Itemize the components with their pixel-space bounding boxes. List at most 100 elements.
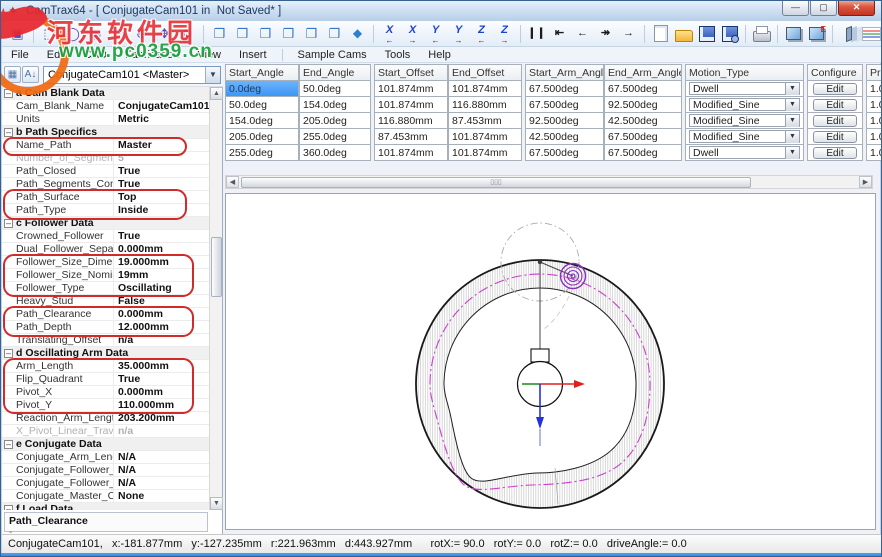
property-value[interactable]: 0.000mm: [114, 243, 210, 255]
scroll-up-icon[interactable]: ▲: [210, 87, 223, 100]
step-back-icon[interactable]: ←: [572, 23, 593, 44]
cell-start_arm_angle[interactable]: 67.500deg: [525, 81, 604, 97]
scrollbar-thumb[interactable]: [211, 237, 222, 297]
cell-start_offset[interactable]: 101.874mm: [374, 145, 448, 161]
view-cube-right-icon[interactable]: ❒: [278, 23, 299, 44]
cam-stack-icon[interactable]: [838, 23, 859, 44]
view-cube-front-icon[interactable]: ❒: [209, 23, 230, 44]
axis-y-neg-icon[interactable]: Y←: [425, 23, 446, 44]
home-view-icon[interactable]: ▣: [7, 23, 28, 44]
axis-y-pos-icon[interactable]: Y→: [448, 23, 469, 44]
menu-view[interactable]: View: [188, 49, 230, 61]
grid-category[interactable]: –b Path Specifics: [2, 126, 210, 139]
cell-end_arm_angle[interactable]: 67.500deg: [604, 129, 682, 145]
property-value[interactable]: True: [114, 373, 210, 385]
pan-view-icon[interactable]: ✥: [154, 23, 175, 44]
cell-start_angle[interactable]: 154.0deg: [225, 113, 299, 129]
cell-start_offset[interactable]: 87.453mm: [374, 129, 448, 145]
scroll-left-icon[interactable]: ◀: [226, 176, 239, 188]
grid-row[interactable]: Pivot_Y110.000mm: [2, 399, 210, 412]
collapse-icon[interactable]: –: [4, 219, 13, 228]
grid-row[interactable]: X_Pivot_Linear_Traveln/a: [2, 425, 210, 438]
property-grid-scrollbar[interactable]: ▲ ▼: [209, 87, 222, 510]
collapse-icon[interactable]: –: [4, 440, 13, 449]
cell-pr[interactable]: 1.0: [866, 113, 882, 129]
grid-row[interactable]: Path_Segments_ContinuousTrue: [2, 178, 210, 191]
cell-end_offset[interactable]: 116.880mm: [448, 97, 522, 113]
chevron-down-icon[interactable]: ▼: [205, 67, 220, 83]
column-header-end_offset[interactable]: End_Offset: [448, 64, 522, 81]
motion-type-dropdown[interactable]: Dwell▼: [689, 146, 800, 159]
cell-start_arm_angle[interactable]: 67.500deg: [525, 145, 604, 161]
grid-row[interactable]: Cam_Blank_NameConjugateCam101: [2, 100, 210, 113]
column-header-start_arm_angle[interactable]: Start_Arm_Angle: [525, 64, 604, 81]
property-value[interactable]: ConjugateCam101: [114, 100, 210, 112]
property-value[interactable]: 110.000mm: [114, 399, 210, 411]
property-value[interactable]: 19mm: [114, 269, 210, 281]
property-value[interactable]: Metric: [114, 113, 210, 125]
property-value[interactable]: Top: [114, 191, 210, 203]
property-value[interactable]: 35.000mm: [114, 360, 210, 372]
cell-pr[interactable]: 1.0: [866, 145, 882, 161]
collapse-icon[interactable]: –: [4, 505, 13, 511]
motion-type-dropdown[interactable]: Modified_Sine▼: [689, 98, 800, 111]
grid-row[interactable]: Path_ClosedTrue: [2, 165, 210, 178]
cell-end_offset[interactable]: 87.453mm: [448, 113, 522, 129]
grid-row[interactable]: Path_TypeInside: [2, 204, 210, 217]
property-value[interactable]: True: [114, 230, 210, 242]
save-file-icon[interactable]: [696, 23, 717, 44]
close-button[interactable]: ✕: [838, 1, 875, 16]
go-start-icon[interactable]: ⇤: [549, 23, 570, 44]
menu-fabrication[interactable]: Fabrication: [116, 49, 188, 61]
maximize-button[interactable]: ▢: [810, 1, 837, 16]
view-cube-back-icon[interactable]: ❒: [232, 23, 253, 44]
grid-row[interactable]: Arm_Length35.000mm: [2, 360, 210, 373]
cell-start_arm_angle[interactable]: 42.500deg: [525, 129, 604, 145]
grid-category[interactable]: –e Conjugate Data: [2, 438, 210, 451]
grid-row[interactable]: Conjugate_Arm_LengthN/A: [2, 451, 210, 464]
scroll-right-icon[interactable]: ▶: [859, 176, 872, 188]
edit-button[interactable]: Edit: [813, 99, 857, 111]
grid-row[interactable]: Heavy_StudFalse: [2, 295, 210, 308]
grid-row[interactable]: Pivot_X0.000mm: [2, 386, 210, 399]
property-value[interactable]: n/a: [114, 334, 210, 346]
chevron-down-icon[interactable]: ▼: [785, 147, 799, 159]
cell-end_offset[interactable]: 101.874mm: [448, 145, 522, 161]
property-value[interactable]: True: [114, 165, 210, 177]
grid-category[interactable]: –a Cam Blank Data: [2, 87, 210, 100]
view-wireframe-icon[interactable]: ◎: [108, 23, 129, 44]
property-value[interactable]: False: [114, 295, 210, 307]
cell-start_offset[interactable]: 101.874mm: [374, 97, 448, 113]
orbit-view-icon[interactable]: ⊕: [131, 23, 152, 44]
menu-help[interactable]: Help: [419, 49, 460, 61]
zoom-region-icon[interactable]: ⬚: [39, 23, 60, 44]
cell-start_angle[interactable]: 50.0deg: [225, 97, 299, 113]
cell-start_arm_angle[interactable]: 92.500deg: [525, 113, 604, 129]
grid-row[interactable]: Number_of_Segments5: [2, 152, 210, 165]
categorized-view-icon[interactable]: ▦: [4, 66, 21, 83]
new-file-icon[interactable]: [650, 23, 671, 44]
view-shaded-icon[interactable]: ◉: [85, 23, 106, 44]
property-value[interactable]: 203.200mm: [114, 412, 210, 424]
pause-icon[interactable]: ❙❙: [526, 23, 547, 44]
cell-start_angle[interactable]: 255.0deg: [225, 145, 299, 161]
menu-insert[interactable]: Insert: [230, 49, 276, 61]
cell-end_offset[interactable]: 101.874mm: [448, 129, 522, 145]
cell-end_angle[interactable]: 154.0deg: [299, 97, 371, 113]
grid-category[interactable]: –f Load Data: [2, 503, 210, 510]
column-header-end_angle[interactable]: End_Angle: [299, 64, 371, 81]
grid-row[interactable]: Crowned_FollowerTrue: [2, 230, 210, 243]
grid-row[interactable]: Path_Depth12.000mm: [2, 321, 210, 334]
save-all-icon[interactable]: [719, 23, 740, 44]
property-value[interactable]: N/A: [114, 451, 210, 463]
chevron-down-icon[interactable]: ▼: [785, 115, 799, 127]
grid-row[interactable]: Follower_Size_Dimensional19.000mm: [2, 256, 210, 269]
grid-row[interactable]: Path_Clearance0.000mm: [2, 308, 210, 321]
cell-end_arm_angle[interactable]: 92.500deg: [604, 97, 682, 113]
property-value[interactable]: 19.000mm: [114, 256, 210, 268]
sort-az-icon[interactable]: A↓: [22, 66, 39, 83]
grid-category[interactable]: –c Follower Data: [2, 217, 210, 230]
cell-start_angle[interactable]: 0.0deg: [225, 81, 299, 97]
property-grid[interactable]: –a Cam Blank DataCam_Blank_NameConjugate…: [2, 87, 210, 510]
property-value[interactable]: N/A: [114, 464, 210, 476]
